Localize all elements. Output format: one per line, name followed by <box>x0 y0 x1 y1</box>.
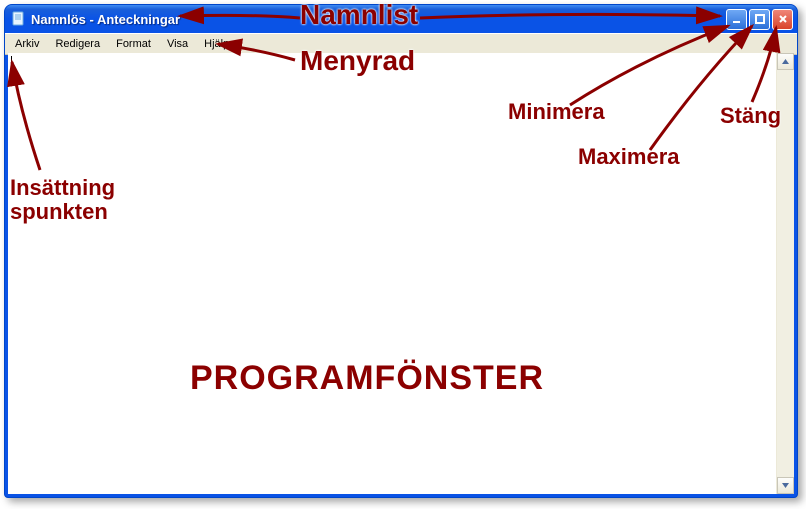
notepad-icon <box>11 11 27 27</box>
insertion-point-caret <box>11 56 12 70</box>
menu-format[interactable]: Format <box>108 36 159 52</box>
app-window: Namnlös - Anteckningar Arkiv Redigera Fo… <box>4 4 798 498</box>
menu-arkiv[interactable]: Arkiv <box>7 36 47 52</box>
minimize-button[interactable] <box>726 9 747 30</box>
title-bar[interactable]: Namnlös - Anteckningar <box>5 5 797 33</box>
menu-redigera[interactable]: Redigera <box>47 36 108 52</box>
window-title: Namnlös - Anteckningar <box>31 12 726 27</box>
vertical-scrollbar[interactable] <box>776 53 794 494</box>
scroll-up-button[interactable] <box>777 53 794 70</box>
menu-hjalp[interactable]: Hjälp <box>196 36 237 52</box>
close-button[interactable] <box>772 9 793 30</box>
text-area[interactable] <box>8 53 776 494</box>
maximize-button[interactable] <box>749 9 770 30</box>
client-area <box>8 53 794 494</box>
window-controls <box>726 9 793 30</box>
scroll-down-button[interactable] <box>777 477 794 494</box>
menu-bar: Arkiv Redigera Format Visa Hjälp <box>5 33 797 55</box>
menu-visa[interactable]: Visa <box>159 36 196 52</box>
